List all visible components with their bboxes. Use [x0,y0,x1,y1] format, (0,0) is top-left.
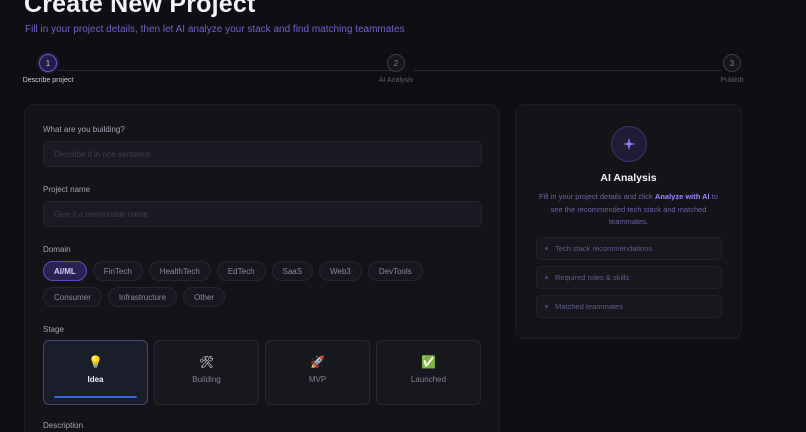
lightbulb-icon: 💡 [88,355,103,369]
ai-feature-label: Tech stack recommendations [555,244,653,253]
stage-option-idea[interactable]: 💡 Idea [43,340,148,405]
step-label: Describe project [22,77,74,84]
step-connector [58,70,394,71]
project-form-card: What are you building? Project name Doma… [24,104,500,432]
selected-indicator [54,396,137,398]
project-name-input[interactable] [43,201,482,227]
description-label: Description [43,421,84,430]
stage-option-label: Building [192,375,221,384]
step-publish[interactable]: 3 Publish [712,54,752,84]
project-name-label: Project name [43,185,91,194]
domain-label: Domain [43,245,71,254]
step-describe-project[interactable]: 1 Describe project [22,54,74,84]
ai-feature-label: Required roles & skills [555,273,630,282]
checkmark-icon: ✅ [421,355,436,369]
ai-feature-item: Tech stack recommendations [536,237,722,260]
tools-icon: 🛠 [198,355,215,369]
stage-option-label: MVP [308,375,327,384]
step-number: 1 [39,54,57,72]
ai-desc-text: Fill in your project details and click [539,192,655,201]
stage-options: 💡 Idea 🛠 Building 🚀 MVP ✅ Launched [43,340,481,405]
ai-panel-title: AI Analysis [600,172,657,184]
domain-chip-infrastructure[interactable]: Infrastructure [107,287,178,307]
stage-option-building[interactable]: 🛠 Building [154,340,259,405]
building-field-label: What are you building? [43,125,125,134]
domain-chip-consumer[interactable]: Consumer [43,287,102,307]
progress-stepper: 1 Describe project 2 AI Analysis 3 Publi… [22,54,744,88]
domain-chip-saas[interactable]: SaaS [271,261,314,281]
stage-option-label: Idea [87,375,104,384]
rocket-icon: 🚀 [310,355,325,369]
ai-analysis-panel: AI Analysis Fill in your project details… [515,104,742,339]
building-input[interactable] [43,141,482,167]
ai-feature-label: Matched teammates [555,302,623,311]
step-number: 3 [723,54,741,72]
ai-panel-description: Fill in your project details and click A… [536,191,721,229]
bullet-dot-icon [545,305,548,308]
stage-option-label: Launched [410,375,447,384]
domain-chip-devtools[interactable]: DevTools [367,261,423,281]
step-label: Publish [720,77,744,84]
sparkle-icon [611,126,647,162]
step-connector [414,70,722,71]
analyze-with-ai-link: Analyze with AI [654,192,710,201]
domain-chip-edtech[interactable]: EdTech [216,261,266,281]
ai-feature-item: Matched teammates [536,295,722,318]
stage-label: Stage [43,325,64,334]
step-ai-analysis[interactable]: 2 AI Analysis [376,54,416,84]
page-subtitle: Fill in your project details, then let A… [25,24,405,35]
bullet-dot-icon [545,276,548,279]
domain-chip-healthtech[interactable]: HealthTech [148,261,211,281]
step-number: 2 [387,54,405,72]
domain-chip-other[interactable]: Other [183,287,226,307]
bullet-dot-icon [545,247,548,250]
stage-option-launched[interactable]: ✅ Launched [376,340,481,405]
step-label: AI Analysis [378,77,414,84]
domain-chips: AI/ML FinTech HealthTech EdTech SaaS Web… [43,261,483,307]
ai-feature-item: Required roles & skills [536,266,722,289]
page-title: Create New Project [24,0,256,18]
domain-chip-ai-ml[interactable]: AI/ML [43,261,87,281]
domain-chip-web3[interactable]: Web3 [319,261,362,281]
domain-chip-fintech[interactable]: FinTech [92,261,143,281]
stage-option-mvp[interactable]: 🚀 MVP [265,340,370,405]
